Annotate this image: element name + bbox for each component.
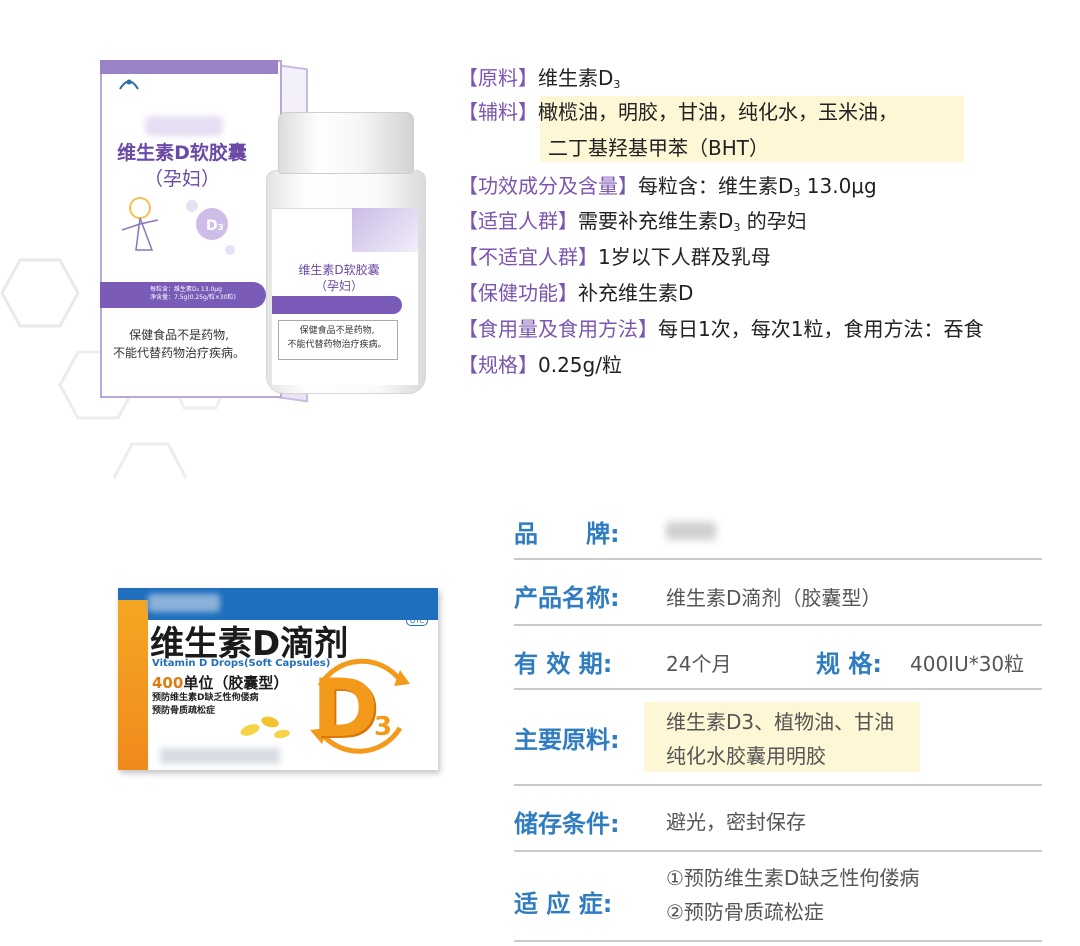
spec-value: 需要补充维生素D xyxy=(578,209,734,233)
blurred-drug-brand xyxy=(148,594,220,612)
indication-value-line-2: ②预防骨质疏松症 xyxy=(666,900,824,924)
table-divider xyxy=(514,784,1042,786)
spec-excipients-continued: 二丁基羟基甲苯（BHT） xyxy=(548,132,769,164)
spec-value-after: 的孕妇 xyxy=(740,209,807,233)
blurred-brand-name xyxy=(145,116,223,136)
storage-label: 储存条件: xyxy=(514,810,620,838)
drug-box-side-stripe xyxy=(118,600,148,770)
spec-value: 400IU*30粒 xyxy=(910,652,1025,676)
supplement-box-warning: 保健食品不是药物, 不能代替药物治疗疾病。 xyxy=(104,326,254,362)
svg-text:D₃: D₃ xyxy=(206,218,224,234)
spec-active-content: 【功效成分及含量】每粒含：维生素D3 13.0μg xyxy=(458,170,877,209)
spec-value: 每粒含：维生素D xyxy=(638,174,794,198)
ingredient-label: 主要原料: xyxy=(514,726,620,754)
bottle-title-line-2: （孕妇） xyxy=(314,279,363,293)
bottle-warning-line-1: 保健食品不是药物, xyxy=(299,326,375,336)
table-divider xyxy=(514,558,1042,560)
ingredient-value-line-2: 纯化水胶囊用明胶 xyxy=(666,744,826,768)
spec-size: 【规格】0.25g/粒 xyxy=(458,349,622,381)
band-line-1: 每粒含：维生素D₃ 13.0μg xyxy=(150,286,222,293)
unit-text: 单位（胶囊型） xyxy=(183,674,289,692)
bottle-cap xyxy=(278,112,414,174)
bottle-warning: 保健食品不是药物, 不能代替药物治疗疾病。 xyxy=(278,324,396,352)
bottle-title-line-1: 维生素D软胶囊 xyxy=(298,263,380,277)
expiry-label: 有 效 期: xyxy=(514,650,613,678)
spec-key: 【保健功能】 xyxy=(458,281,578,305)
box-warning-line-2: 不能代替药物治疗疾病。 xyxy=(112,346,245,360)
spec-key: 【功效成分及含量】 xyxy=(458,174,638,198)
spec-value: 橄榄油，明胶，甘油，纯化水，玉米油， xyxy=(538,100,898,124)
decorative-hexagon-bottom xyxy=(112,442,188,479)
indication-label: 适 应 症: xyxy=(514,890,613,918)
d3-letter: D xyxy=(312,662,379,755)
indication-value-line-1: ①预防维生素D缺乏性佝偻病 xyxy=(666,866,920,890)
spec-value: 0.25g/粒 xyxy=(538,353,622,377)
blurred-brand-value xyxy=(666,522,716,540)
bottle-label-decoration xyxy=(352,208,418,252)
blurred-drug-info xyxy=(160,748,280,764)
otc-badge: OTC xyxy=(406,616,429,626)
spec-key: 【原料】 xyxy=(458,66,538,90)
table-divider xyxy=(514,688,1042,690)
spec-value: 每日1次，每次1粒，食用方法：吞食 xyxy=(658,317,984,341)
brand-label: 品 牌: xyxy=(514,520,620,548)
supplement-box-band-text: 每粒含：维生素D₃ 13.0μg 净含量：7.5g(0.25g/粒×30粒) xyxy=(150,286,236,302)
table-divider xyxy=(514,940,1042,942)
decorative-hexagon-left xyxy=(0,258,80,328)
spec-key: 【不适宜人群】 xyxy=(458,245,598,269)
band-line-2: 净含量：7.5g(0.25g/粒×30粒) xyxy=(150,294,236,301)
table-divider xyxy=(514,850,1042,852)
spec-value: 维生素D xyxy=(538,66,614,90)
spec-value: 补充维生素D xyxy=(578,281,694,305)
spec-key: 【食用量及食用方法】 xyxy=(458,317,658,341)
supplement-box-top-band xyxy=(100,60,278,74)
spec-health-function: 【保健功能】补充维生素D xyxy=(458,277,693,309)
pregnant-woman-illustration-icon: D₃ xyxy=(121,197,235,255)
spec-unsuitable-group: 【不适宜人群】1岁以下人群及乳母 xyxy=(458,241,771,273)
expiry-value: 24个月 xyxy=(666,652,732,676)
bottle-warning-line-2: 不能代替药物治疗疾病。 xyxy=(287,340,387,350)
softgel-capsules-icon xyxy=(240,716,290,739)
product-name-label: 产品名称: xyxy=(514,584,620,612)
spec-value: 二丁基羟基甲苯（BHT） xyxy=(548,136,769,160)
spec-target-group: 【适宜人群】需要补充维生素D3 的孕妇 xyxy=(458,205,807,244)
unit-number: 400 xyxy=(152,674,184,692)
spec-excipients: 【辅料】橄榄油，明胶，甘油，纯化水，玉米油， xyxy=(458,96,898,128)
spec-value: 1岁以下人群及乳母 xyxy=(598,245,771,269)
spec-label: 规 格: xyxy=(816,650,882,678)
spec-value-after: 13.0μg xyxy=(800,174,877,198)
spec-dosage: 【食用量及食用方法】每日1次，每次1粒，食用方法：吞食 xyxy=(458,313,983,345)
d3-subscript: 3 xyxy=(374,712,393,742)
ingredient-value-line-1: 维生素D3、植物油、甘油 xyxy=(666,710,895,734)
supplement-box-subtitle: （孕妇） xyxy=(143,168,220,190)
health-food-logo-icon xyxy=(119,79,139,90)
product-name-value: 维生素D滴剂（胶囊型） xyxy=(666,586,882,610)
drug-box-unit: 400单位（胶囊型） xyxy=(152,672,288,693)
subscript: 3 xyxy=(613,78,621,91)
table-divider xyxy=(514,624,1042,626)
box-warning-line-1: 保健食品不是药物, xyxy=(129,328,229,342)
supplement-box-title: 维生素D软胶囊 xyxy=(117,142,247,164)
bottle-title: 维生素D软胶囊 （孕妇） xyxy=(280,262,398,294)
spec-key: 【辅料】 xyxy=(458,100,538,124)
storage-value: 避光，密封保存 xyxy=(666,810,806,834)
bottle-info-band xyxy=(272,296,402,314)
spec-key: 【适宜人群】 xyxy=(458,209,578,233)
spec-key: 【规格】 xyxy=(458,353,538,377)
drug-box-indication-1: 预防维生素D缺乏性佝偻病 xyxy=(152,693,259,703)
